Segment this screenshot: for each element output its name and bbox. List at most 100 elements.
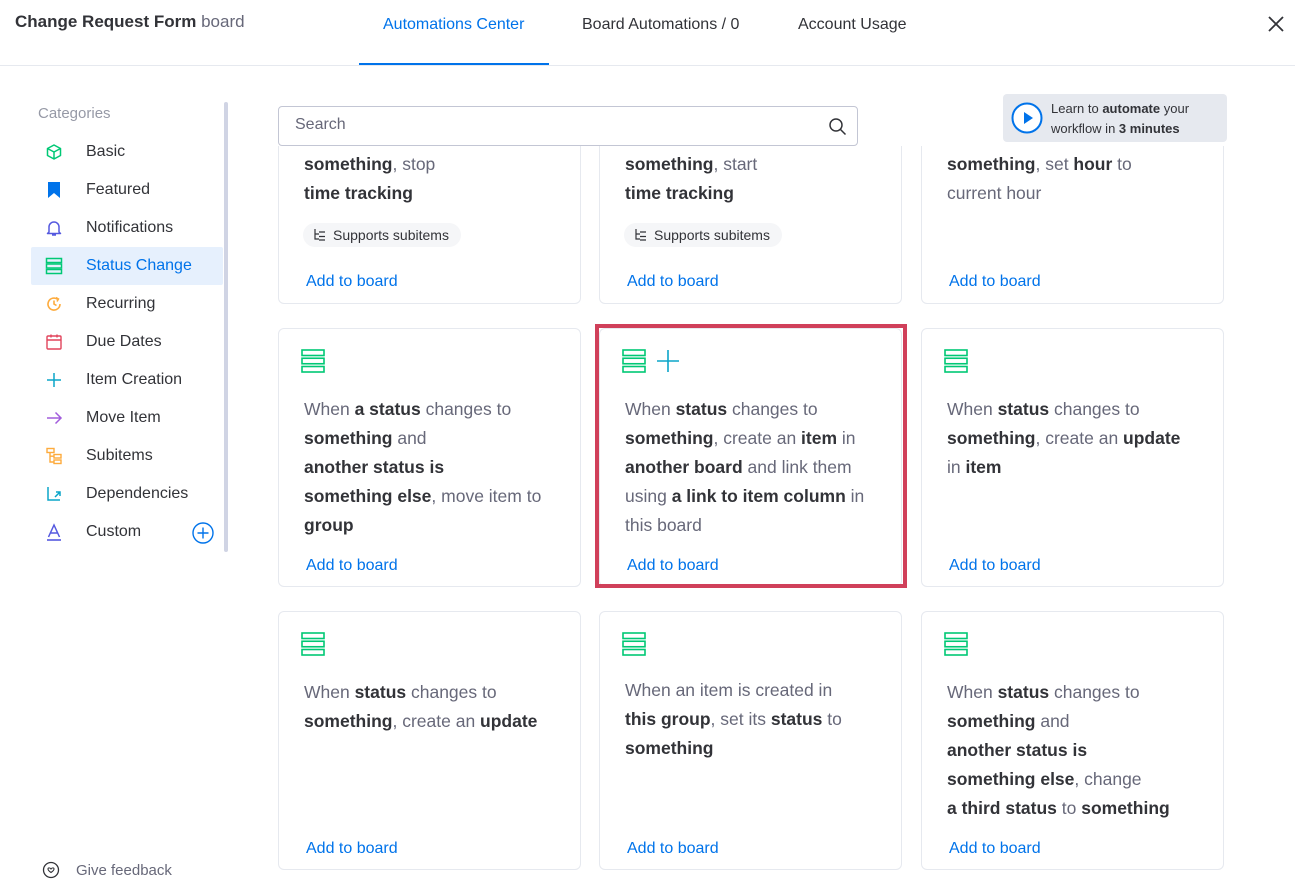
learn-text-mid: your xyxy=(1160,101,1190,116)
recipe-card[interactable]: something, stop time tracking Supports s… xyxy=(278,146,581,304)
recipe-text: something, stop time tracking xyxy=(304,150,564,208)
recurring-icon xyxy=(43,293,65,315)
category-due-dates[interactable]: Due Dates xyxy=(31,323,223,361)
add-to-board-link[interactable]: Add to board xyxy=(306,557,398,575)
recipe-token: to xyxy=(1112,154,1132,174)
recipe-token: something xyxy=(625,154,714,174)
learn-text-line2: workflow in xyxy=(1051,121,1119,136)
card-icons xyxy=(622,349,680,373)
search-icon[interactable] xyxy=(828,117,847,136)
category-label: Move Item xyxy=(86,409,161,426)
add-custom-button[interactable] xyxy=(192,522,214,544)
recipe-card[interactable]: When a status changes to something and ano… xyxy=(278,328,581,587)
supports-subitems-badge: Supports subitems xyxy=(303,223,461,247)
categories-title: Categories xyxy=(38,105,111,122)
recipe-text: When a status changes to something and ano… xyxy=(304,399,542,535)
add-to-board-link[interactable]: Add to board xyxy=(306,840,398,858)
recipe-token: current hour xyxy=(947,183,1042,203)
recipe-card[interactable]: something, set hour to current hour Add … xyxy=(921,146,1224,304)
learn-automations-banner[interactable]: Learn to automate your workflow in 3 min… xyxy=(1003,94,1227,142)
card-icons xyxy=(944,349,968,373)
arrow-right-icon xyxy=(43,407,65,429)
plus-icon xyxy=(657,350,679,372)
recipe-text: When status changes to something and anoth… xyxy=(947,682,1170,818)
add-to-board-link[interactable]: Add to board xyxy=(949,273,1041,291)
search-box[interactable] xyxy=(278,106,858,146)
give-feedback-link[interactable]: Give feedback xyxy=(42,861,172,879)
add-to-board-link[interactable]: Add to board xyxy=(949,557,1041,575)
category-label: Custom xyxy=(86,523,142,540)
status-icon xyxy=(622,632,646,656)
recipe-card[interactable]: When status changes to something, create … xyxy=(921,328,1224,587)
add-to-board-link[interactable]: Add to board xyxy=(306,273,398,291)
status-icon xyxy=(944,349,968,373)
tab-account-usage[interactable]: Account Usage xyxy=(798,16,907,66)
recipe-token: time tracking xyxy=(625,183,734,203)
category-basic[interactable]: Basic xyxy=(31,133,223,171)
category-status-change[interactable]: Status Change xyxy=(31,247,223,285)
recipe-card[interactable]: When an item is created in this group, se… xyxy=(599,611,902,870)
category-featured[interactable]: Featured xyxy=(31,171,223,209)
card-icons xyxy=(622,632,646,656)
calendar-icon xyxy=(43,331,65,353)
category-label: Status Change xyxy=(86,257,192,274)
category-move-item[interactable]: Move Item xyxy=(31,399,223,437)
add-to-board-link[interactable]: Add to board xyxy=(627,273,719,291)
bell-icon xyxy=(43,217,65,239)
sidebar-scrollbar[interactable] xyxy=(224,102,228,552)
category-label: Dependencies xyxy=(86,485,189,502)
learn-text-prefix: Learn to xyxy=(1051,101,1103,116)
recipe-text: When status changes to something, create … xyxy=(625,399,865,535)
bookmark-icon xyxy=(43,179,65,201)
badge-label: Supports subitems xyxy=(333,227,449,243)
add-to-board-link[interactable]: Add to board xyxy=(627,557,719,575)
status-icon xyxy=(301,632,325,656)
learn-text: Learn to automate your workflow in 3 min… xyxy=(1051,99,1189,139)
recipe-text: When an item is created in this group, se… xyxy=(625,680,842,758)
active-tab-indicator xyxy=(359,63,549,65)
category-notifications[interactable]: Notifications xyxy=(31,209,223,247)
recipe-card[interactable]: something, start time tracking Supports … xyxy=(599,146,902,304)
feedback-label: Give feedback xyxy=(76,861,172,879)
recipe-card[interactable]: When status changes to something, create … xyxy=(278,611,581,870)
add-to-board-link[interactable]: Add to board xyxy=(949,840,1041,858)
recipe-token: , stop xyxy=(392,154,436,174)
recipe-cards-grid: something, stop time tracking Supports s… xyxy=(260,146,1240,889)
category-recurring[interactable]: Recurring xyxy=(31,285,223,323)
play-icon xyxy=(1011,102,1043,134)
recipe-text: When status changes to something, create … xyxy=(947,399,1181,477)
board-title: Change Request Form board xyxy=(15,12,245,32)
search-input[interactable] xyxy=(295,116,815,134)
recipe-token: something xyxy=(947,154,1036,174)
tab-board-automations[interactable]: Board Automations / 0 xyxy=(582,16,739,66)
subitems-icon xyxy=(314,229,325,241)
board-name: Change Request Form xyxy=(15,12,197,31)
add-to-board-link[interactable]: Add to board xyxy=(627,840,719,858)
status-icon xyxy=(301,349,325,373)
status-icon xyxy=(944,632,968,656)
learn-text-bold: automate xyxy=(1102,101,1161,116)
close-button[interactable] xyxy=(1265,13,1287,35)
subitems-icon xyxy=(635,229,646,241)
recipe-text: something, start time tracking xyxy=(625,150,885,208)
categories-sidebar: Categories Basic Featured Notifications … xyxy=(0,66,240,889)
category-dependencies[interactable]: Dependencies xyxy=(31,475,223,513)
recipe-card[interactable]: When status changes to something and anoth… xyxy=(921,611,1224,870)
supports-subitems-badge: Supports subitems xyxy=(624,223,782,247)
category-label: Item Creation xyxy=(86,371,183,388)
board-suffix: board xyxy=(201,12,245,31)
recipe-card[interactable]: When status changes to something, create … xyxy=(599,328,902,587)
category-subitems[interactable]: Subitems xyxy=(31,437,223,475)
subitems-icon xyxy=(43,445,65,467)
category-label: Subitems xyxy=(86,447,153,464)
recipe-token: , set xyxy=(1035,154,1074,174)
recipe-token: , start xyxy=(713,154,758,174)
feedback-icon xyxy=(42,861,60,879)
card-icons xyxy=(301,349,325,373)
card-icons xyxy=(944,632,968,656)
category-item-creation[interactable]: Item Creation xyxy=(31,361,223,399)
plus-icon xyxy=(43,369,65,391)
tab-automations-center[interactable]: Automations Center xyxy=(383,16,524,66)
cube-icon xyxy=(43,141,65,163)
custom-a-icon xyxy=(43,521,65,543)
